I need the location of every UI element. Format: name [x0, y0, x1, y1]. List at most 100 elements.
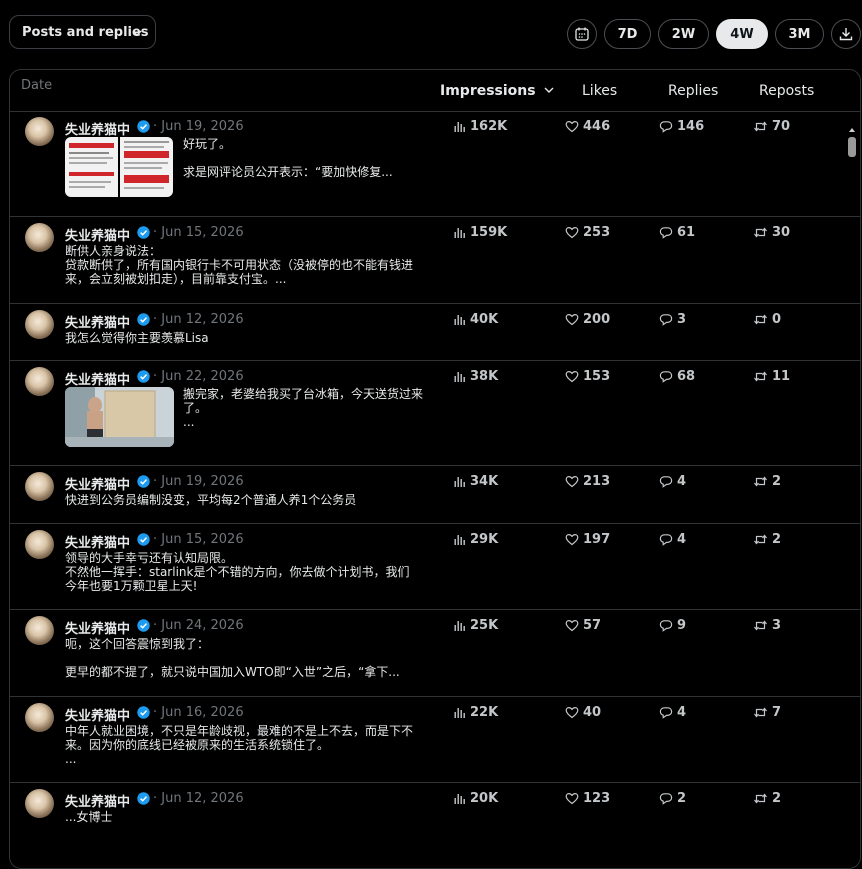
impressions-metric-value: 20K	[470, 791, 499, 806]
author-name[interactable]: 失业养猫中	[65, 119, 130, 138]
table-row[interactable]: 失业养猫中 · Jun 19, 2026 好玩了。 求是网评论员公开表示：“要加快修…	[10, 111, 860, 217]
repost-icon	[754, 793, 767, 804]
table-row[interactable]: 失业养猫中 · Jun 22, 2026 搬完家，老婆给我买了台冰箱，今天送货过来了…	[10, 361, 860, 466]
download-icon	[839, 28, 853, 41]
verified-badge-icon	[137, 120, 150, 133]
scrollbar[interactable]	[846, 126, 858, 868]
impressions-chart-icon	[454, 228, 465, 238]
column-likes-header[interactable]: Likes	[582, 83, 617, 99]
likes-metric: 200	[565, 312, 610, 327]
verified-badge-icon	[137, 370, 150, 383]
range-3m-button[interactable]: 3M	[775, 19, 824, 49]
post-text[interactable]: 好玩了。 求是网评论员公开表示：“要加快修复...	[183, 137, 423, 179]
heart-icon	[565, 226, 579, 239]
table-row[interactable]: 失业养猫中 · Jun 24, 2026 呃，这个回答震惊到我了： 更早的都不提了，…	[10, 610, 860, 697]
post-media-thumbnail[interactable]	[65, 137, 173, 197]
impressions-metric: 162K	[453, 119, 507, 134]
post-date: · Jun 16, 2026	[153, 705, 244, 720]
scroll-up-arrow-icon[interactable]	[848, 126, 856, 134]
post-text[interactable]: 断供人亲身说法： 贷款断供了，所有国内银行卡不可用状态（没被停的也不能有钱进来，…	[65, 244, 415, 286]
table-row[interactable]: 失业养猫中 · Jun 15, 2026 断供人亲身说法： 贷款断供了，所有国内银行…	[10, 217, 860, 304]
reposts-metric-value: 3	[772, 618, 782, 633]
reposts-metric-value: 11	[772, 369, 791, 384]
table-row[interactable]: 失业养猫中 · Jun 16, 2026 中年人就业困境，不只是年龄歧视，最难的不是…	[10, 697, 860, 783]
reposts-metric: 7	[753, 705, 781, 720]
range-3m-label: 3M	[788, 26, 811, 42]
chevron-down-icon	[544, 87, 554, 93]
impressions-metric: 38K	[453, 369, 498, 384]
scrollbar-thumb[interactable]	[848, 137, 856, 157]
likes-metric-value: 253	[583, 225, 611, 240]
avatar[interactable]	[25, 789, 54, 818]
replies-metric-value: 61	[677, 225, 696, 240]
impressions-metric-value: 34K	[470, 474, 499, 489]
author-name[interactable]: 失业养猫中	[65, 791, 130, 810]
impressions-metric-value: 29K	[470, 532, 499, 547]
verified-badge-icon	[137, 475, 150, 488]
replies-metric: 4	[659, 532, 686, 547]
download-button[interactable]	[831, 19, 861, 49]
post-date: · Jun 12, 2026	[153, 791, 244, 806]
author-name[interactable]: 失业养猫中	[65, 532, 130, 551]
reposts-metric-value: 2	[772, 791, 782, 806]
author-name[interactable]: 失业养猫中	[65, 474, 130, 493]
impressions-header-label: Impressions	[440, 83, 536, 99]
table-row[interactable]: 失业养猫中 · Jun 12, 2026 ...女博士 20K 123 2 2	[10, 783, 860, 868]
replies-metric-value: 4	[677, 474, 687, 489]
reply-bubble-icon	[659, 620, 673, 632]
impressions-chart-icon	[454, 794, 465, 804]
post-text[interactable]: 搬完家，老婆给我买了台冰箱，今天送货过来了。 ...	[183, 387, 423, 429]
author-name[interactable]: 失业养猫中	[65, 225, 130, 244]
posts-filter-dropdown[interactable]: Posts and replies	[9, 15, 156, 49]
range-2w-button[interactable]: 2W	[658, 19, 709, 49]
column-replies-header[interactable]: Replies	[668, 83, 718, 99]
column-date-header[interactable]: Date	[21, 78, 52, 93]
replies-metric: 2	[659, 791, 686, 806]
likes-metric: 40	[565, 705, 601, 720]
post-date: · Jun 19, 2026	[153, 119, 244, 134]
post-media-thumbnail[interactable]	[65, 387, 174, 447]
reply-bubble-icon	[659, 227, 673, 239]
author-name[interactable]: 失业养猫中	[65, 369, 130, 388]
post-text[interactable]: ...女博士	[65, 810, 415, 824]
impressions-metric: 20K	[453, 791, 498, 806]
table-row[interactable]: 失业养猫中 · Jun 15, 2026 领导的大手幸亏还有认知局限。 不然他一挥手…	[10, 524, 860, 610]
avatar[interactable]	[25, 472, 54, 501]
avatar[interactable]	[25, 367, 54, 396]
post-text[interactable]: 我怎么觉得你主要羡慕Lisa	[65, 331, 415, 345]
calendar-icon	[575, 27, 589, 41]
avatar[interactable]	[25, 223, 54, 252]
reposts-metric: 2	[753, 532, 781, 547]
replies-metric: 68	[659, 369, 695, 384]
table-row[interactable]: 失业养猫中 · Jun 19, 2026 快进到公务员编制没变，平均每2个普通人养1…	[10, 466, 860, 524]
post-text[interactable]: 中年人就业困境，不只是年龄歧视，最难的不是上不去，而是下不来。因为你的底线已经被…	[65, 724, 415, 766]
column-impressions-header[interactable]: Impressions	[440, 83, 555, 99]
avatar[interactable]	[25, 310, 54, 339]
impressions-chart-icon	[454, 708, 465, 718]
table-row[interactable]: 失业养猫中 · Jun 12, 2026 我怎么觉得你主要羡慕Lisa 40K 200 3…	[10, 304, 860, 361]
heart-icon	[565, 706, 579, 719]
replies-metric: 146	[659, 119, 704, 134]
range-7d-label: 7D	[617, 26, 638, 42]
avatar[interactable]	[25, 117, 54, 146]
post-text[interactable]: 领导的大手幸亏还有认知局限。 不然他一挥手：starlink是个不错的方向，你去…	[65, 551, 415, 593]
range-7d-button[interactable]: 7D	[604, 19, 651, 49]
author-name[interactable]: 失业养猫中	[65, 312, 130, 331]
author-name[interactable]: 失业养猫中	[65, 705, 130, 724]
impressions-metric: 29K	[453, 532, 498, 547]
impressions-chart-icon	[454, 477, 465, 487]
range-4w-button[interactable]: 4W	[716, 19, 768, 49]
avatar[interactable]	[25, 703, 54, 732]
avatar[interactable]	[25, 530, 54, 559]
post-text[interactable]: 快进到公务员编制没变，平均每2个普通人养1个公务员	[65, 493, 415, 507]
calendar-button[interactable]	[567, 19, 597, 49]
likes-metric-value: 200	[583, 312, 611, 327]
reposts-metric: 11	[753, 369, 790, 384]
column-reposts-header[interactable]: Reposts	[759, 83, 814, 99]
author-name[interactable]: 失业养猫中	[65, 618, 130, 637]
post-text[interactable]: 呃，这个回答震惊到我了： 更早的都不提了，就只说中国加入WTO即“入世”之后，“…	[65, 637, 415, 679]
post-date: · Jun 19, 2026	[153, 474, 244, 489]
avatar[interactable]	[25, 616, 54, 645]
reposts-metric-value: 7	[772, 705, 782, 720]
reposts-metric-value: 2	[772, 474, 782, 489]
